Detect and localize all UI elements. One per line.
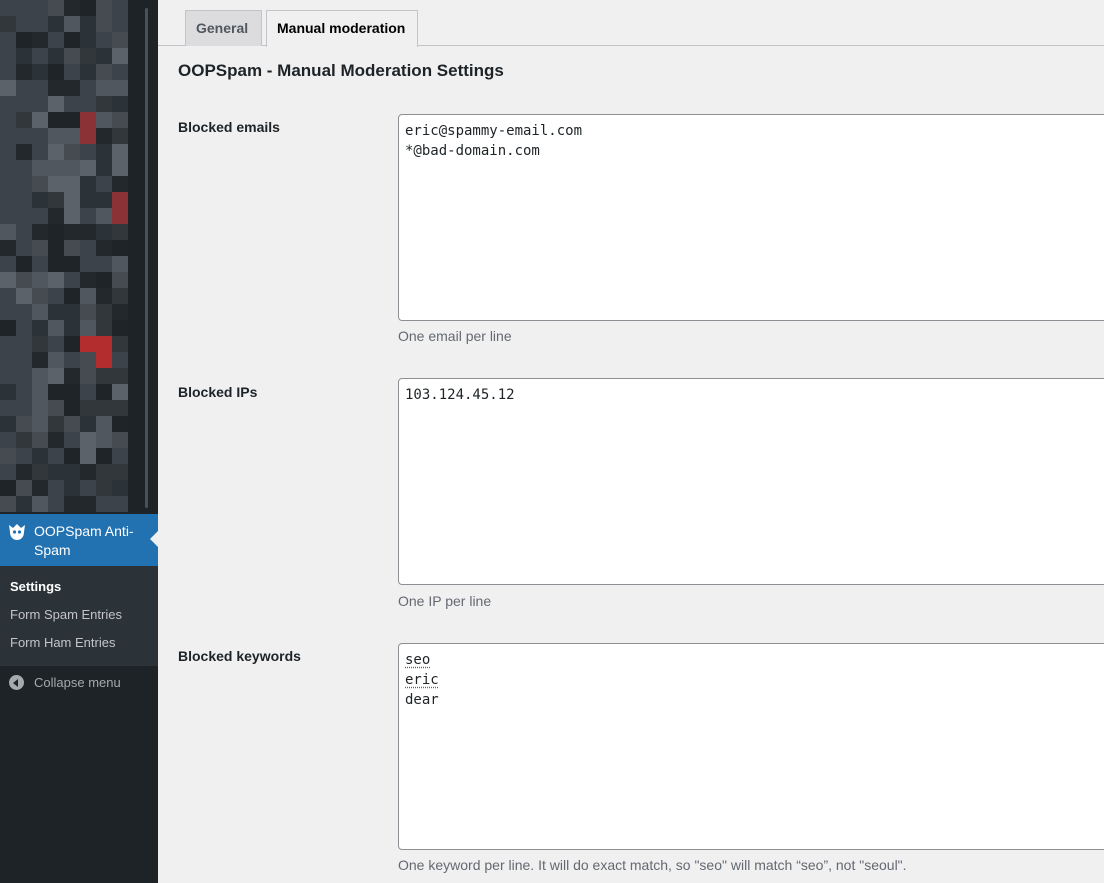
page-title: OOPSpam - Manual Moderation Settings — [178, 61, 504, 80]
textarea-line: eric — [405, 672, 439, 688]
admin-sidebar: OOPSpam Anti-Spam Settings Form Spam Ent… — [0, 0, 158, 883]
blocked-ips-description: One IP per line — [398, 593, 492, 609]
blocked-emails-textarea[interactable]: eric@spammy-email.com *@bad-domain.com — [398, 114, 1104, 321]
submenu-form-ham-entries[interactable]: Form Ham Entries — [0, 632, 158, 660]
blocked-emails-description: One email per line — [398, 328, 512, 344]
blocked-ips-textarea[interactable]: 103.124.45.12 — [398, 378, 1104, 585]
blocked-ips-label: Blocked IPs — [178, 384, 258, 400]
textarea-line: *@bad-domain.com — [405, 143, 540, 159]
sidebar-item-oopspam[interactable]: OOPSpam Anti-Spam — [0, 514, 158, 566]
textarea-line: dear — [405, 692, 439, 708]
submenu-settings[interactable]: Settings — [0, 576, 158, 604]
blocked-keywords-description: One keyword per line. It will do exact m… — [398, 857, 907, 873]
pixelated-menu-block — [0, 0, 128, 512]
submenu: Settings Form Spam Entries Form Ham Entr… — [0, 566, 158, 666]
active-menu-arrow — [150, 531, 158, 547]
main-content: General Manual moderation OOPSpam - Manu… — [158, 0, 1104, 883]
textarea-line: 103.124.45.12 — [405, 387, 515, 403]
tab-general[interactable]: General — [185, 10, 262, 46]
tab-manual-moderation[interactable]: Manual moderation — [266, 10, 418, 47]
blocked-keywords-label: Blocked keywords — [178, 648, 301, 664]
collapse-menu-button[interactable]: Collapse menu — [0, 672, 158, 694]
sidebar-item-label: OOPSpam Anti-Spam — [34, 523, 134, 558]
sidebar-scrollbar[interactable] — [145, 8, 148, 508]
nav-tabs: General Manual moderation — [158, 0, 1104, 47]
collapse-menu-label: Collapse menu — [34, 675, 121, 690]
submenu-form-spam-entries[interactable]: Form Spam Entries — [0, 604, 158, 632]
blocked-emails-label: Blocked emails — [178, 119, 280, 135]
collapse-arrow-icon — [9, 675, 24, 690]
oopspam-ghost-icon — [6, 522, 28, 542]
textarea-line: eric@spammy-email.com — [405, 123, 583, 139]
textarea-line: seo — [405, 652, 431, 668]
blocked-keywords-textarea[interactable]: seo eric dear — [398, 643, 1104, 850]
